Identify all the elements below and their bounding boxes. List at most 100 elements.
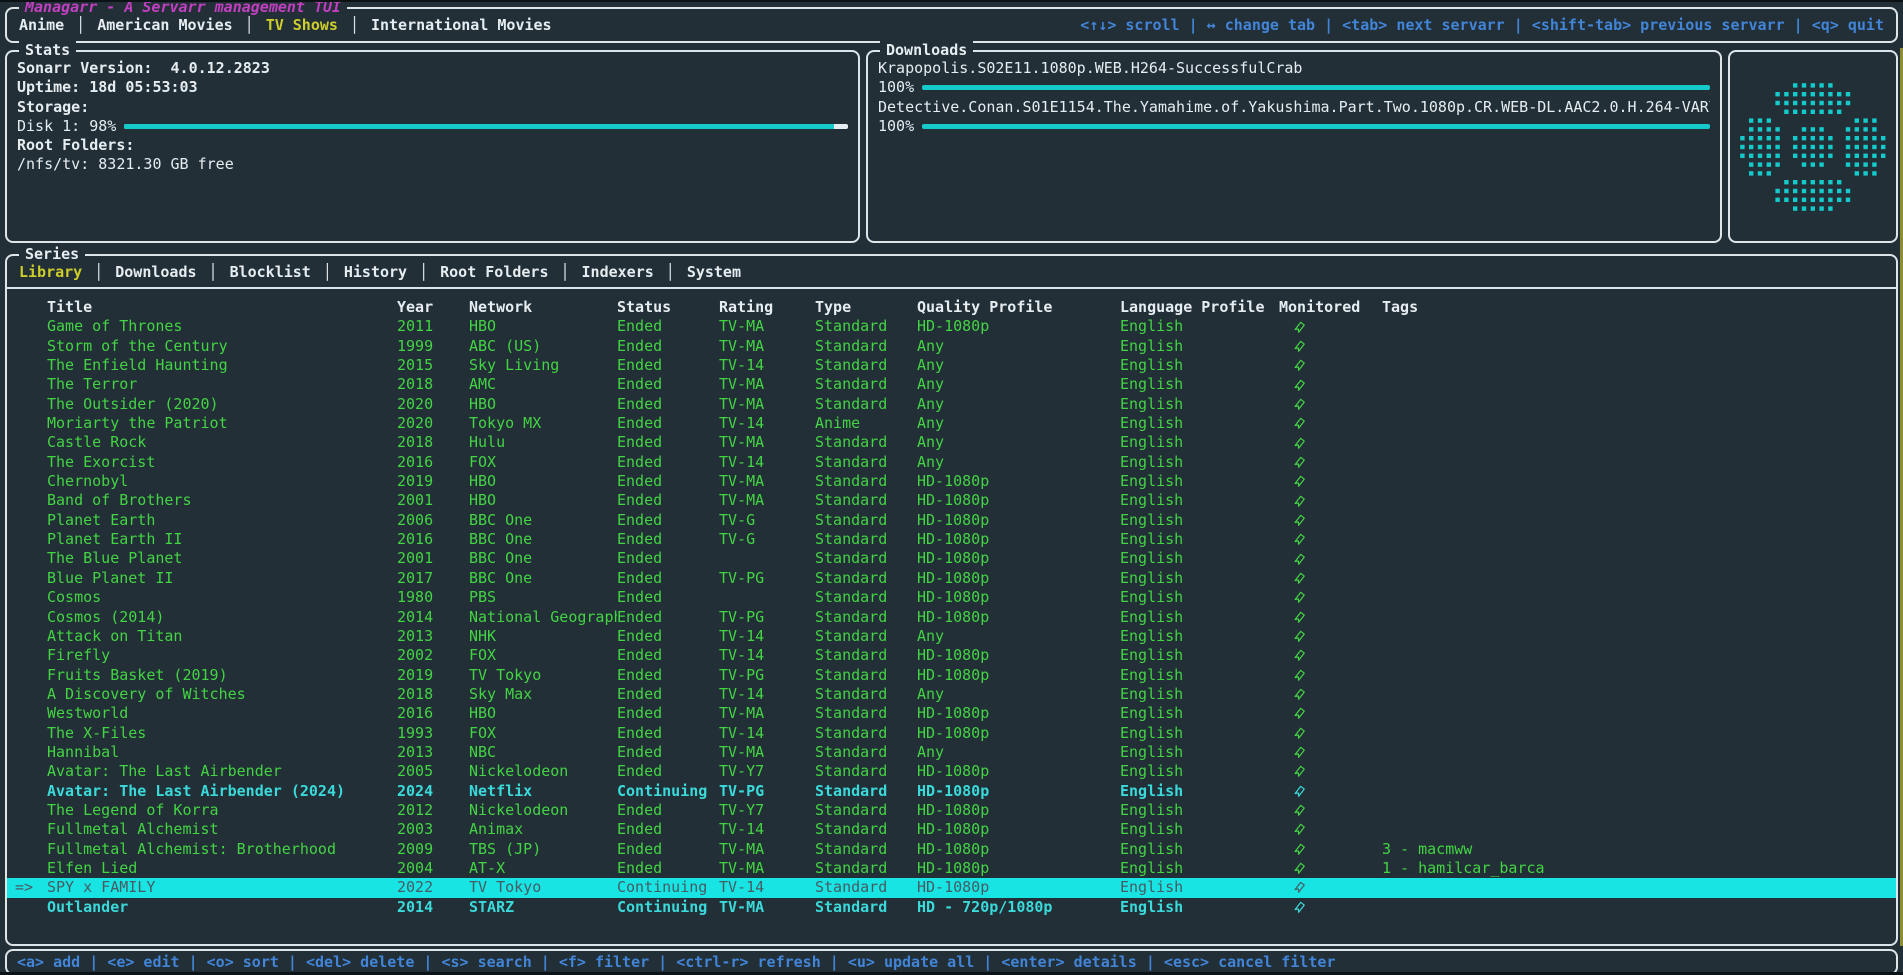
series-row-elfen-lied[interactable]: Elfen Lied2004AT-XEndedTV-MAStandardHD-1… bbox=[7, 859, 1896, 878]
cell-monitored bbox=[1279, 727, 1382, 740]
cell-language: English bbox=[1120, 453, 1279, 472]
cell-status: Ended bbox=[617, 724, 719, 743]
series-row-game-of-thrones[interactable]: Game of Thrones2011HBOEndedTV-MAStandard… bbox=[7, 317, 1896, 336]
cell-status: Ended bbox=[617, 433, 719, 452]
cell-language: English bbox=[1120, 840, 1279, 859]
series-row-avatar-the-last-airbender-2024[interactable]: Avatar: The Last Airbender (2024)2024Net… bbox=[7, 782, 1896, 801]
cell-monitored bbox=[1279, 398, 1382, 411]
series-row-attack-on-titan[interactable]: Attack on Titan2013NHKEndedTV-14Standard… bbox=[7, 627, 1896, 646]
cell-title: Castle Rock bbox=[47, 433, 397, 452]
series-tab-library[interactable]: Library bbox=[19, 263, 82, 281]
cell-type: Standard bbox=[815, 453, 917, 472]
series-row-cosmos[interactable]: Cosmos1980PBSEndedStandardHD-1080pEnglis… bbox=[7, 588, 1896, 607]
cell-quality: HD-1080p bbox=[917, 472, 1120, 491]
series-tab-system[interactable]: System bbox=[687, 263, 741, 281]
series-row-castle-rock[interactable]: Castle Rock2018HuluEndedTV-MAStandardAny… bbox=[7, 433, 1896, 452]
series-row-firefly[interactable]: Firefly2002FOXEndedTV-14StandardHD-1080p… bbox=[7, 646, 1896, 665]
series-row-band-of-brothers[interactable]: Band of Brothers2001HBOEndedTV-MAStandar… bbox=[7, 491, 1896, 510]
series-row-the-exorcist[interactable]: The Exorcist2016FOXEndedTV-14StandardAny… bbox=[7, 453, 1896, 472]
download-progress-row: 100% bbox=[878, 78, 1710, 97]
cell-title: The Blue Planet bbox=[47, 549, 397, 568]
cell-status: Ended bbox=[617, 472, 719, 491]
cell-network: TV Tokyo bbox=[469, 878, 617, 897]
series-row-planet-earth[interactable]: Planet Earth2006BBC OneEndedTV-GStandard… bbox=[7, 511, 1896, 530]
series-tab-blocklist[interactable]: Blocklist bbox=[230, 263, 311, 281]
series-row-fullmetal-alchemist-brotherhood[interactable]: Fullmetal Alchemist: Brotherhood2009TBS … bbox=[7, 840, 1896, 859]
series-row-westworld[interactable]: Westworld2016HBOEndedTV-MAStandardHD-108… bbox=[7, 704, 1896, 723]
cell-year: 2019 bbox=[397, 666, 469, 685]
cell-year: 2020 bbox=[397, 414, 469, 433]
series-row-the-x-files[interactable]: The X-Files1993FOXEndedTV-14StandardHD-1… bbox=[7, 724, 1896, 743]
series-row-the-terror[interactable]: The Terror2018AMCEndedTV-MAStandardAnyEn… bbox=[7, 375, 1896, 394]
cell-language: English bbox=[1120, 878, 1279, 897]
cell-year: 2024 bbox=[397, 782, 469, 801]
series-row-hannibal[interactable]: Hannibal2013NBCEndedTV-MAStandardAnyEngl… bbox=[7, 743, 1896, 762]
series-row-a-discovery-of-witches[interactable]: A Discovery of Witches2018Sky MaxEndedTV… bbox=[7, 685, 1896, 704]
series-row-moriarty-the-patriot[interactable]: Moriarty the Patriot2020Tokyo MXEndedTV-… bbox=[7, 414, 1896, 433]
cell-rating: TV-14 bbox=[719, 414, 815, 433]
series-row-the-legend-of-korra[interactable]: The Legend of Korra2012NickelodeonEndedT… bbox=[7, 801, 1896, 820]
column-header-language-profile: Language Profile bbox=[1120, 298, 1279, 317]
series-row-spy-x-family[interactable]: =>SPY x FAMILY2022TV TokyoContinuingTV-1… bbox=[7, 878, 1896, 897]
series-row-fruits-basket-2019[interactable]: Fruits Basket (2019)2019TV TokyoEndedTV-… bbox=[7, 666, 1896, 685]
cell-title: Fullmetal Alchemist: Brotherhood bbox=[47, 840, 397, 859]
cell-network: HBO bbox=[469, 317, 617, 336]
tab-separator: │ bbox=[209, 263, 218, 281]
cell-year: 2014 bbox=[397, 608, 469, 627]
series-row-the-blue-planet[interactable]: The Blue Planet2001BBC OneEndedStandardH… bbox=[7, 549, 1896, 568]
series-table: TitleYearNetworkStatusRatingTypeQuality … bbox=[7, 298, 1896, 917]
cell-title: Attack on Titan bbox=[47, 627, 397, 646]
tag-icon bbox=[1293, 572, 1306, 585]
servarr-tab-international-movies[interactable]: International Movies bbox=[371, 16, 552, 34]
cell-status: Ended bbox=[617, 491, 719, 510]
series-row-cosmos-2014[interactable]: Cosmos (2014)2014National GeographicEnde… bbox=[7, 608, 1896, 627]
series-row-chernobyl[interactable]: Chernobyl2019HBOEndedTV-MAStandardHD-108… bbox=[7, 472, 1896, 491]
series-row-storm-of-the-century[interactable]: Storm of the Century1999ABC (US)EndedTV-… bbox=[7, 337, 1896, 356]
servarr-tab-anime[interactable]: Anime bbox=[19, 16, 64, 34]
series-row-outlander[interactable]: Outlander2014STARZContinuingTV-MAStandar… bbox=[7, 898, 1896, 917]
series-row-blue-planet-ii[interactable]: Blue Planet II2017BBC OneEndedTV-PGStand… bbox=[7, 569, 1896, 588]
cell-language: English bbox=[1120, 646, 1279, 665]
cell-quality: HD-1080p bbox=[917, 511, 1120, 530]
servarr-tab-tv-shows[interactable]: TV Shows bbox=[266, 16, 338, 34]
series-tab-history[interactable]: History bbox=[344, 263, 407, 281]
cell-network: FOX bbox=[469, 453, 617, 472]
cell-type: Standard bbox=[815, 356, 917, 375]
cell-type: Standard bbox=[815, 337, 917, 356]
cell-type: Standard bbox=[815, 588, 917, 607]
cell-year: 2015 bbox=[397, 356, 469, 375]
series-row-planet-earth-ii[interactable]: Planet Earth II2016BBC OneEndedTV-GStand… bbox=[7, 530, 1896, 549]
cell-monitored bbox=[1279, 611, 1382, 624]
series-row-the-enfield-haunting[interactable]: The Enfield Haunting2015Sky LivingEndedT… bbox=[7, 356, 1896, 375]
sonarr-version: Sonarr Version: 4.0.12.2823 bbox=[17, 59, 848, 78]
cell-type: Standard bbox=[815, 511, 917, 530]
cell-type: Standard bbox=[815, 569, 917, 588]
cell-monitored bbox=[1279, 437, 1382, 450]
cell-year: 2002 bbox=[397, 646, 469, 665]
series-tab-indexers[interactable]: Indexers bbox=[582, 263, 654, 281]
cell-network: HBO bbox=[469, 395, 617, 414]
series-tab-root-folders[interactable]: Root Folders bbox=[440, 263, 548, 281]
cell-language: English bbox=[1120, 820, 1279, 839]
cell-language: English bbox=[1120, 724, 1279, 743]
cell-quality: HD-1080p bbox=[917, 820, 1120, 839]
series-row-the-outsider-2020[interactable]: The Outsider (2020)2020HBOEndedTV-MAStan… bbox=[7, 395, 1896, 414]
cell-monitored bbox=[1279, 804, 1382, 817]
series-row-fullmetal-alchemist[interactable]: Fullmetal Alchemist2003AnimaxEndedTV-14S… bbox=[7, 820, 1896, 839]
cell-type: Standard bbox=[815, 762, 917, 781]
servarr-tab-american-movies[interactable]: American Movies bbox=[97, 16, 232, 34]
series-tab-downloads[interactable]: Downloads bbox=[115, 263, 196, 281]
tab-separator: │ bbox=[666, 263, 675, 281]
series-row-avatar-the-last-airbender[interactable]: Avatar: The Last Airbender2005Nickelodeo… bbox=[7, 762, 1896, 781]
cell-network: Hulu bbox=[469, 433, 617, 452]
cell-monitored bbox=[1279, 862, 1382, 875]
cell-status: Ended bbox=[617, 453, 719, 472]
cell-network: Sky Living bbox=[469, 356, 617, 375]
downloads-panel: Downloads Krapopolis.S02E11.1080p.WEB.H2… bbox=[866, 50, 1722, 243]
column-header-monitored: Monitored bbox=[1279, 298, 1382, 317]
cell-language: English bbox=[1120, 414, 1279, 433]
cell-type: Standard bbox=[815, 627, 917, 646]
cell-quality: Any bbox=[917, 627, 1120, 646]
cell-quality: HD-1080p bbox=[917, 646, 1120, 665]
cell-network: AMC bbox=[469, 375, 617, 394]
